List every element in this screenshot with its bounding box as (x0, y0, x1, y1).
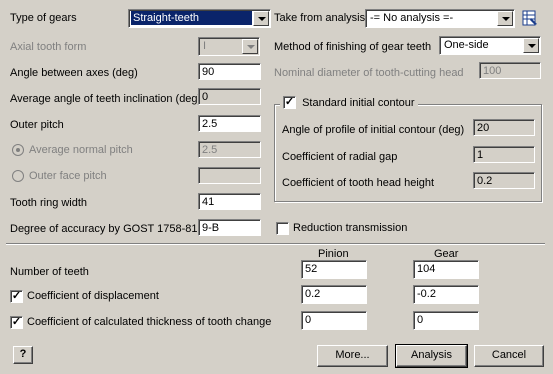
avg-angle-inclination-field: 0 (198, 88, 261, 105)
chevron-down-icon[interactable] (253, 11, 269, 26)
outer-face-pitch-field (198, 167, 261, 184)
displacement-checkbox[interactable]: ✓ (10, 290, 23, 303)
axial-tooth-form-value: I (203, 40, 207, 52)
tooth-ring-width-input[interactable]: 41 (198, 193, 261, 210)
table-row-label: Number of teeth (10, 266, 89, 278)
separator (6, 243, 545, 245)
take-from-analysis-select[interactable]: -= No analysis =- (365, 9, 515, 28)
nominal-diameter-label: Nominal diameter of tooth-cutting head (274, 67, 464, 79)
method-finishing-value: One-side (444, 39, 489, 51)
profile-angle-label: Angle of profile of initial contour (deg… (282, 124, 465, 136)
head-height-label: Coefficient of tooth head height (282, 177, 435, 189)
gear-parameters-dialog: Type of gears Straight-teeth Axial tooth… (0, 0, 553, 374)
axial-tooth-form-select[interactable]: I (198, 37, 260, 56)
table-row-label: Coefficient of displacement (27, 290, 159, 302)
nominal-diameter-field: 100 (479, 62, 541, 79)
avg-normal-pitch-label: Average normal pitch (29, 144, 133, 156)
outer-face-pitch-radio[interactable] (12, 170, 24, 182)
reduction-transmission-label: Reduction transmission (293, 222, 408, 234)
analysis-button[interactable]: Analysis (395, 344, 468, 368)
help-icon[interactable]: ? (13, 346, 33, 364)
angle-between-axes-label: Angle between axes (deg) (10, 67, 138, 79)
chevron-down-icon[interactable] (242, 39, 258, 54)
thickness-pinion-input[interactable]: 0 (301, 311, 367, 330)
outer-face-pitch-label: Outer face pitch (29, 170, 107, 182)
chevron-down-icon[interactable] (523, 38, 539, 53)
avg-normal-pitch-field: 2.5 (198, 141, 261, 158)
thickness-gear-input[interactable]: 0 (413, 311, 479, 330)
table-row-label: Coefficient of calculated thickness of t… (27, 316, 272, 328)
teeth-pinion-input[interactable]: 52 (301, 260, 367, 279)
outer-pitch-input[interactable]: 2.5 (198, 115, 261, 132)
method-finishing-label: Method of finishing of gear teeth (274, 41, 432, 53)
radial-gap-label: Coefficient of radial gap (282, 151, 398, 163)
angle-between-axes-input[interactable]: 90 (198, 63, 261, 80)
more-button[interactable]: More... (317, 345, 388, 367)
method-finishing-select[interactable]: One-side (439, 36, 541, 55)
type-of-gears-label: Type of gears (10, 12, 77, 24)
reduction-transmission-checkbox[interactable] (276, 222, 289, 235)
avg-angle-inclination-label: Average angle of teeth inclination (deg) (10, 93, 202, 105)
type-of-gears-value: Straight-teeth (131, 11, 252, 25)
radial-gap-field: 1 (473, 146, 535, 163)
col-pinion-header: Pinion (318, 248, 349, 260)
standard-contour-checkbox[interactable]: ✓ (283, 96, 296, 109)
chevron-down-icon[interactable] (497, 11, 513, 26)
profile-angle-field: 20 (473, 119, 535, 136)
cancel-button[interactable]: Cancel (474, 345, 544, 367)
head-height-field: 0.2 (473, 172, 535, 189)
standard-contour-label: Standard initial contour (302, 96, 415, 109)
accuracy-degree-input[interactable]: 9-B (198, 219, 261, 236)
take-from-analysis-label: Take from analysis (274, 12, 366, 24)
displacement-pinion-input[interactable]: 0.2 (301, 285, 367, 304)
table-icon[interactable] (522, 10, 538, 26)
col-gear-header: Gear (434, 248, 459, 260)
avg-normal-pitch-radio[interactable] (12, 144, 24, 156)
type-of-gears-select[interactable]: Straight-teeth (128, 9, 271, 28)
outer-pitch-label: Outer pitch (10, 119, 64, 131)
help-button-label: ? (19, 348, 27, 360)
accuracy-degree-label: Degree of accuracy by GOST 1758-81 (10, 223, 198, 235)
tooth-ring-width-label: Tooth ring width (10, 197, 88, 209)
teeth-gear-input[interactable]: 104 (413, 260, 479, 279)
displacement-gear-input[interactable]: -0.2 (413, 285, 479, 304)
standard-contour-toggle[interactable]: ✓ Standard initial contour (280, 96, 418, 112)
axial-tooth-form-label: Axial tooth form (10, 41, 87, 53)
take-from-analysis-value: -= No analysis =- (370, 12, 454, 24)
thickness-change-checkbox[interactable]: ✓ (10, 316, 23, 329)
